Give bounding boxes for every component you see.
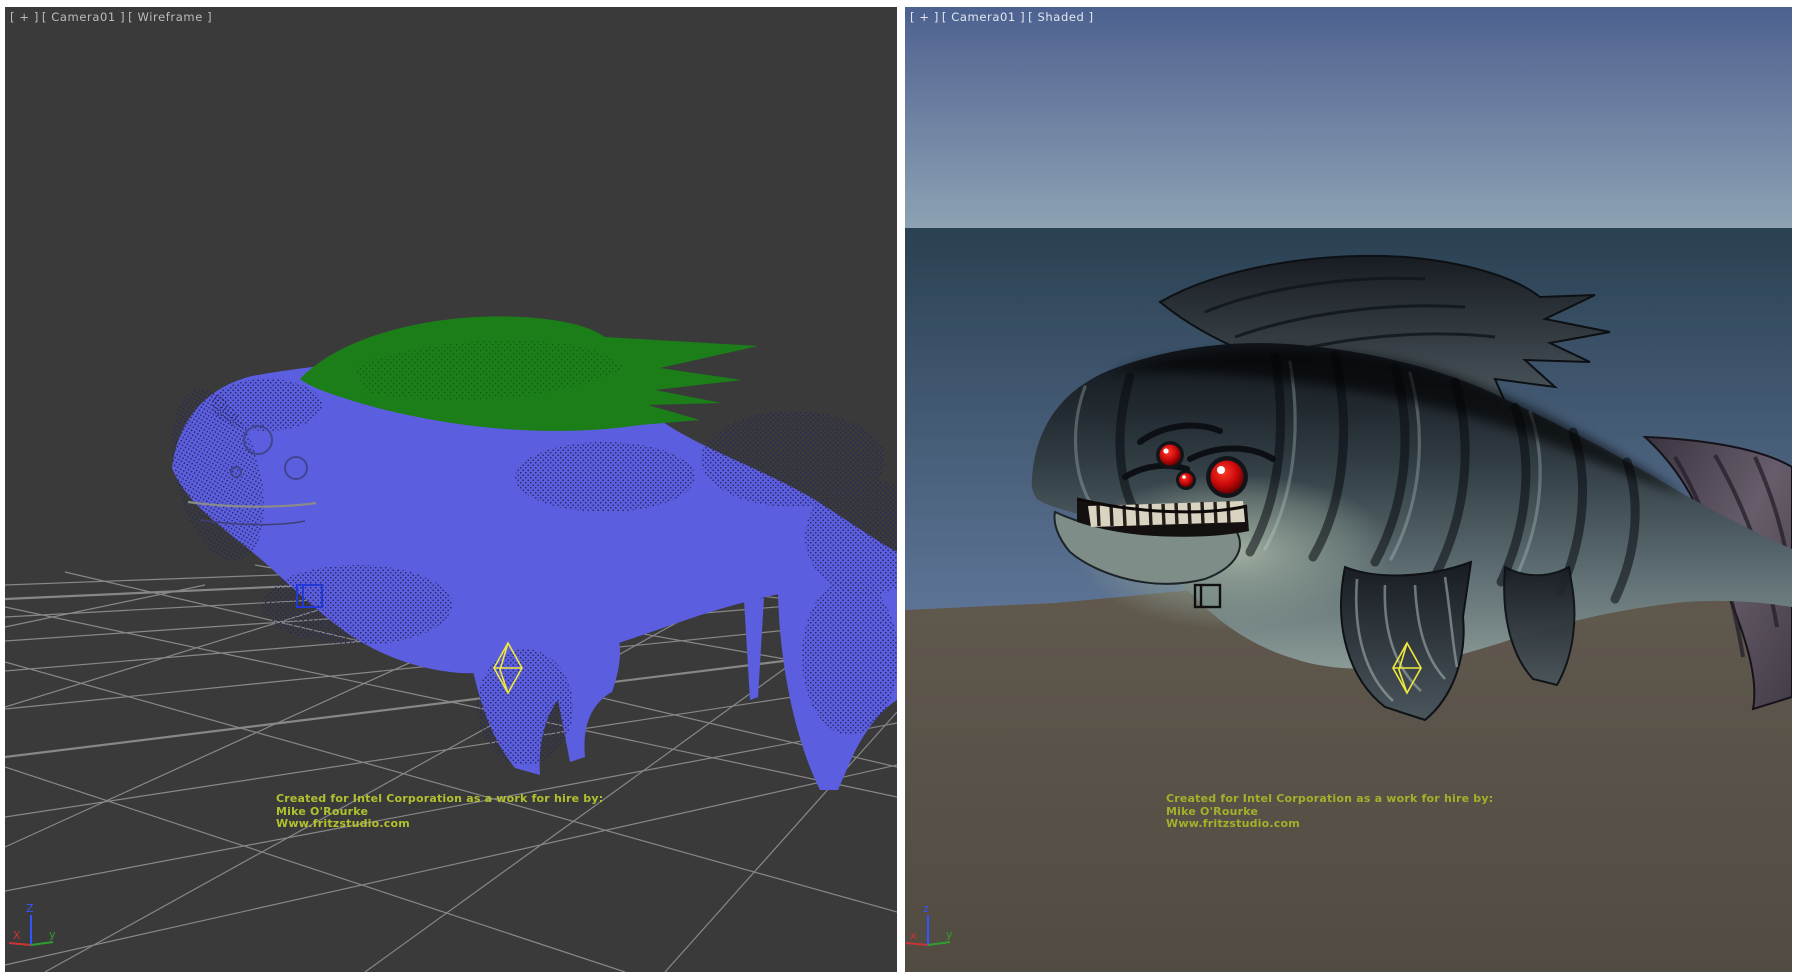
viewport-label: [ + ][ Camera01 ][ Shaded ] (910, 10, 1097, 24)
sky-background (905, 7, 1792, 229)
axis-y-label: y (946, 928, 953, 941)
credit-line-1: Created for Intel Corporation as a work … (1166, 793, 1493, 806)
credit-line-3: Www.fritzstudio.com (276, 818, 603, 831)
viewport-menu-shading[interactable]: [ Shaded ] (1028, 10, 1094, 24)
axis-tripod: X Z y (9, 902, 56, 945)
viewport-menu-shading[interactable]: [ Wireframe ] (128, 10, 212, 24)
scene-credit-text: Created for Intel Corporation as a work … (1166, 793, 1493, 831)
app-canvas: { "viewport_left": { "plus": "[ + ]", "c… (0, 0, 1800, 978)
fish-eye-small (1179, 473, 1193, 487)
fish-eye-large (1211, 461, 1244, 494)
fish-fin-spike-wireframe[interactable] (744, 598, 764, 700)
axis-z-label: z (923, 902, 929, 915)
axis-x-label: X (13, 929, 21, 942)
viewport-menu-camera[interactable]: [ Camera01 ] (942, 10, 1025, 24)
viewport-wireframe[interactable]: [ + ][ Camera01 ][ Wireframe ] (5, 7, 897, 972)
axis-z-label: Z (26, 902, 34, 915)
viewport-shaded[interactable]: [ + ][ Camera01 ][ Shaded ] (905, 7, 1792, 972)
viewport-menu-camera[interactable]: [ Camera01 ] (42, 10, 125, 24)
axis-y-label: y (49, 928, 56, 941)
viewport-label: [ + ][ Camera01 ][ Wireframe ] (10, 10, 215, 24)
credit-line-3: Www.fritzstudio.com (1166, 818, 1493, 831)
axis-x-label: x (910, 929, 917, 942)
viewport-menu-general[interactable]: [ + ] (910, 10, 939, 24)
viewport-menu-general[interactable]: [ + ] (10, 10, 39, 24)
credit-line-1: Created for Intel Corporation as a work … (276, 793, 603, 806)
fish-eye-medium (1160, 445, 1181, 466)
scene-credit-text: Created for Intel Corporation as a work … (276, 793, 603, 831)
fish-model-wireframe[interactable] (156, 316, 897, 790)
